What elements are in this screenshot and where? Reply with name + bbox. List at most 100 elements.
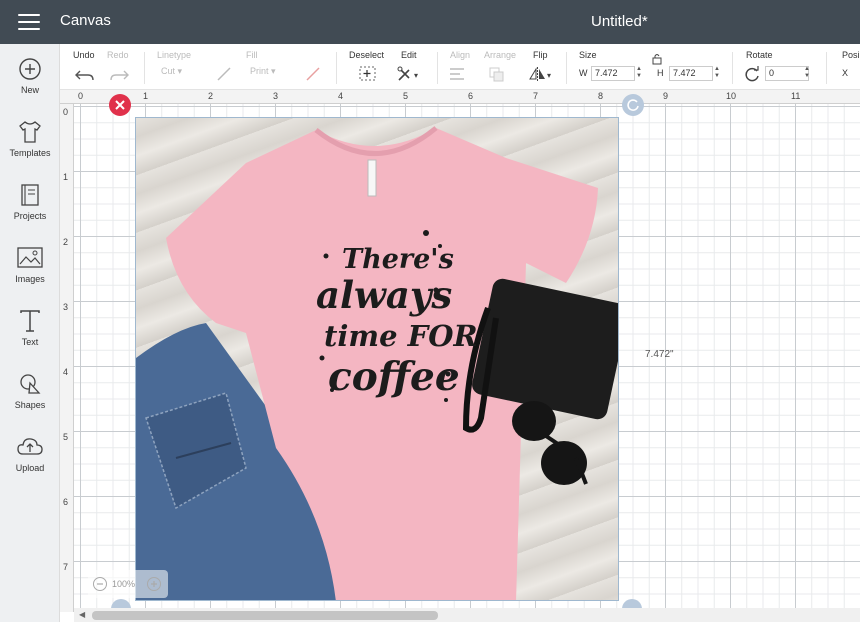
sidebar-item-label: Upload [15, 463, 45, 473]
sidebar-item-label: Templates [9, 148, 51, 158]
ruler-tick: 1 [63, 172, 69, 182]
linetype-select[interactable]: Cut ▾ [161, 66, 182, 77]
text-icon [20, 310, 40, 332]
edit-tools-icon[interactable]: ▾ [397, 66, 423, 82]
sidebar-item-upload[interactable]: Upload [0, 434, 60, 494]
undo-icon[interactable] [75, 66, 95, 82]
design-text-line: always [316, 273, 452, 317]
image-icon [17, 247, 43, 268]
design-text-line: time FOR [324, 319, 478, 353]
tshirt-flatlay-illustration: There's always time FOR coffee [136, 126, 618, 600]
height-input[interactable]: 7.472 [669, 66, 713, 81]
sidebar-item-templates[interactable]: Templates [0, 119, 60, 179]
toolbar-divider [732, 52, 733, 84]
zoom-out-icon[interactable] [92, 576, 108, 592]
x-label: X [842, 68, 849, 78]
close-icon [115, 100, 125, 110]
sidebar-item-images[interactable]: Images [0, 245, 60, 305]
header-bar: Canvas Untitled* [0, 0, 860, 44]
sidebar-item-label: Projects [13, 211, 47, 221]
linetype-color-icon[interactable] [216, 66, 232, 82]
toolbar-divider [336, 52, 337, 84]
height-stepper[interactable]: ▲ ▼ [714, 66, 720, 80]
shapes-icon [20, 374, 41, 394]
ruler-tick: 3 [63, 302, 69, 312]
align-icon[interactable] [448, 66, 474, 82]
scroll-left-icon[interactable]: ◀ [79, 610, 85, 619]
design-text-line: There's [342, 244, 454, 275]
sunglasses-lens [541, 441, 587, 485]
edit-label: Edit [401, 50, 417, 60]
rotate-icon[interactable] [745, 66, 761, 82]
rotate-stepper[interactable]: ▲ ▼ [804, 66, 810, 80]
sidebar-item-text[interactable]: Text [0, 308, 60, 368]
app-title: Canvas [60, 12, 111, 29]
redo-icon[interactable] [109, 66, 129, 82]
arrange-label: Arrange [484, 50, 517, 60]
left-sidebar: New Templates Projects Images Text Shape… [0, 44, 60, 622]
height-label: H [657, 68, 664, 78]
lock-icon[interactable] [651, 52, 663, 68]
design-text-line: coffee [328, 354, 460, 400]
ruler-tick: 2 [208, 91, 214, 101]
undo-label: Undo [73, 50, 95, 60]
ruler-tick: 4 [338, 91, 344, 101]
ruler-tick: 6 [63, 497, 69, 507]
ruler-tick: 7 [533, 91, 539, 101]
ruler-tick: 7 [63, 562, 69, 572]
fill-color-icon[interactable] [305, 66, 321, 82]
deselect-label: Deselect [349, 50, 385, 60]
sidebar-item-label: New [20, 85, 39, 95]
horizontal-scrollbar[interactable]: ◀ [74, 608, 860, 622]
horizontal-ruler: 0 1 2 3 4 5 6 7 8 9 10 11 [60, 90, 860, 104]
sidebar-item-label: Text [21, 337, 39, 347]
fill-label: Fill [246, 50, 258, 60]
width-dimension-label: 7.472" [645, 349, 674, 360]
ruler-tick: 9 [663, 91, 669, 101]
sidebar-item-label: Shapes [14, 400, 46, 410]
rotate-handle-icon [627, 99, 639, 111]
sidebar-item-shapes[interactable]: Shapes [0, 371, 60, 431]
ruler-tick: 5 [403, 91, 409, 101]
sidebar-item-new[interactable]: New [0, 56, 60, 116]
rotate-label: Rotate [746, 50, 773, 60]
ruler-tick: 2 [63, 237, 69, 247]
flip-icon[interactable]: ▾ [528, 66, 554, 82]
zoom-control: 100% [88, 570, 168, 598]
uploaded-image[interactable]: There's always time FOR coffee [135, 117, 619, 601]
rotate-handle[interactable] [622, 94, 644, 116]
rotate-input[interactable]: 0 [765, 66, 809, 81]
fill-select[interactable]: Print ▾ [250, 66, 276, 77]
scrollbar-thumb[interactable] [92, 611, 438, 620]
width-input[interactable]: 7.472 [591, 66, 635, 81]
redo-label: Redo [107, 50, 129, 60]
ruler-tick: 0 [63, 107, 69, 117]
plus-circle-icon [19, 58, 41, 80]
flip-label: Flip [533, 50, 548, 60]
document-title[interactable]: Untitled* [591, 13, 648, 30]
sidebar-item-label: Images [15, 274, 45, 284]
width-label: W [579, 68, 588, 78]
tshirt-icon [19, 121, 41, 143]
delete-handle[interactable] [109, 94, 131, 116]
ruler-tick: 10 [726, 91, 737, 101]
ruler-tick: 4 [63, 367, 69, 377]
menu-icon[interactable] [18, 14, 40, 30]
size-label: Size [579, 50, 597, 60]
sidebar-item-projects[interactable]: Projects [0, 182, 60, 242]
width-stepper[interactable]: ▲ ▼ [636, 66, 642, 80]
zoom-in-icon[interactable] [146, 576, 162, 592]
ruler-tick: 8 [598, 91, 604, 101]
zoom-level: 100% [112, 579, 136, 589]
toolbar-divider [826, 52, 827, 84]
ruler-tick: 11 [791, 91, 801, 101]
cloud-upload-icon [17, 438, 43, 455]
sunglasses-lens [512, 401, 556, 441]
vertical-ruler: 0 1 2 3 4 5 6 7 [60, 104, 74, 612]
deselect-icon[interactable] [359, 66, 377, 82]
toolbar-divider [144, 52, 145, 84]
position-label: Posi [842, 50, 860, 60]
arrange-icon[interactable] [488, 66, 514, 82]
ruler-tick: 6 [468, 91, 474, 101]
tshirt-tag [367, 159, 377, 197]
